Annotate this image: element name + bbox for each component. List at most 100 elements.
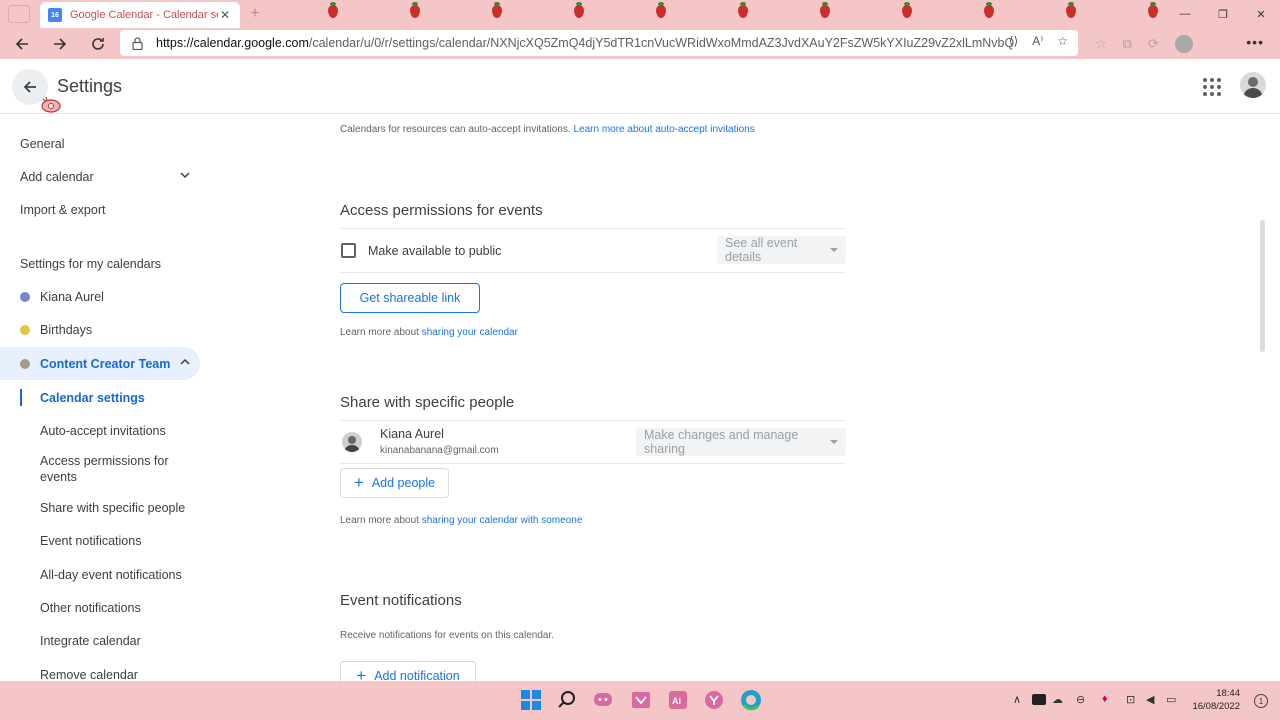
forward-arrow-icon[interactable] xyxy=(44,30,76,58)
tab-actions-icon[interactable] xyxy=(8,5,30,23)
sidebar-subitem-access-permissions[interactable]: Access permissions for events xyxy=(40,453,200,485)
learn-more-text: Learn more about xyxy=(340,327,419,338)
calendar-color-dot xyxy=(20,324,30,335)
sharing-learn-more: Learn more about sharing your calendar xyxy=(340,327,518,338)
sidebar-subitem-other-notifications[interactable]: Other notifications xyxy=(40,600,200,616)
new-tab-icon[interactable]: + xyxy=(246,6,264,24)
sidebar-subitem-remove-calendar[interactable]: Remove calendar xyxy=(40,667,200,681)
onedrive-icon[interactable]: ☁ xyxy=(1052,693,1063,706)
sharing-with-someone-link[interactable]: sharing your calendar with someone xyxy=(422,515,583,526)
sidebar-subitem-integrate-calendar[interactable]: Integrate calendar xyxy=(40,633,200,649)
page-title: Settings xyxy=(57,76,123,96)
sidebar-item-general[interactable]: General xyxy=(0,127,200,160)
sidebar-item-content-creator-team[interactable]: Content Creator Team xyxy=(0,347,200,380)
sidebar-item-add-calendar[interactable]: Add calendar xyxy=(0,160,200,193)
sidebar-subitem-calendar-settings[interactable]: Calendar settings xyxy=(40,390,200,406)
auto-accept-text: Calendars for resources can auto-accept … xyxy=(340,124,571,135)
browser-toolbar: https://calendar.google.com/calendar/u/0… xyxy=(0,28,1280,59)
person-avatar xyxy=(342,432,362,452)
strawberry-theme-decoration xyxy=(320,2,1180,24)
close-tab-icon[interactable]: ✕ xyxy=(218,8,232,22)
sidebar-item-birthdays[interactable]: Birthdays xyxy=(0,313,200,346)
read-aloud-icon[interactable]: A⁾ xyxy=(1032,34,1043,48)
button-label: Add people xyxy=(371,476,436,490)
sidebar-item-label: Import & export xyxy=(20,202,106,217)
scroll-thumb[interactable] xyxy=(1260,220,1265,352)
select-value: Make changes and manage sharing xyxy=(644,428,799,456)
microphone-icon[interactable]: ♦ xyxy=(1102,693,1108,705)
minimize-icon[interactable]: — xyxy=(1166,0,1204,28)
volume-icon[interactable]: ◀ xyxy=(1146,693,1154,706)
event-notifications-description: Receive notifications for events on this… xyxy=(340,630,555,641)
favorite-star-icon[interactable]: ☆ xyxy=(1057,34,1068,48)
clock-date: 16/08/2022 xyxy=(1192,701,1240,712)
nvidia-icon[interactable] xyxy=(1032,694,1046,705)
account-avatar[interactable] xyxy=(1240,72,1266,98)
chat-app-icon[interactable] xyxy=(592,689,614,711)
chevron-up-icon xyxy=(180,358,190,365)
more-options-icon[interactable]: ••• xyxy=(1246,34,1264,50)
sidebar-item-kiana-aurel[interactable]: Kiana Aurel xyxy=(0,280,200,313)
browser-tab-strip: 16 Google Calendar - Calendar setti ✕ + … xyxy=(0,0,1280,28)
public-visibility-select[interactable]: See all event details xyxy=(717,236,846,264)
tab-title: Google Calendar - Calendar setti xyxy=(70,9,218,21)
refresh-icon[interactable] xyxy=(82,30,114,58)
sync-icon[interactable]: ⟳ xyxy=(1148,36,1159,52)
sharing-calendar-link[interactable]: sharing your calendar xyxy=(422,327,518,338)
active-indicator xyxy=(20,389,22,406)
sidebar-item-label: Content Creator Team xyxy=(40,356,171,371)
windows-start-icon[interactable] xyxy=(520,689,542,711)
reading-view-icon[interactable]: ⟨⟩ xyxy=(1009,34,1018,48)
sidebar-item-import-export[interactable]: Import & export xyxy=(0,193,200,226)
battery-icon[interactable]: ▭ xyxy=(1166,693,1176,706)
sidebar-item-label: Birthdays xyxy=(40,322,93,337)
illustrator-app-icon[interactable]: Ai xyxy=(667,689,689,711)
person-email: kinanabanana@gmail.com xyxy=(380,445,499,456)
sidebar-subitem-auto-accept[interactable]: Auto-accept invitations xyxy=(40,423,200,439)
profile-icon[interactable] xyxy=(1174,35,1193,53)
browser-tab[interactable]: 16 Google Calendar - Calendar setti ✕ xyxy=(40,2,240,28)
calendar-color-dot xyxy=(20,358,30,369)
extension-icon[interactable]: ☆ xyxy=(1095,36,1107,52)
event-notifications-title: Event notifications xyxy=(340,592,462,609)
calendar-favicon-icon: 16 xyxy=(48,8,62,22)
learn-more-text: Learn more about xyxy=(340,515,419,526)
notification-center-icon[interactable]: 1 xyxy=(1254,694,1268,708)
sidebar-subitem-event-notifications[interactable]: Event notifications xyxy=(40,533,200,549)
auto-accept-learn-link[interactable]: Learn more about auto-accept invitations xyxy=(573,124,754,135)
strawberry-sticker-icon xyxy=(41,96,61,113)
network-icon[interactable]: ⊡ xyxy=(1126,693,1135,706)
restore-icon[interactable]: ❐ xyxy=(1204,0,1242,28)
divider xyxy=(340,463,846,464)
get-shareable-link-button[interactable]: Get shareable link xyxy=(340,283,480,313)
settings-main: Calendars for resources can auto-accept … xyxy=(212,115,1268,681)
clock-time: 18:44 xyxy=(1216,688,1240,699)
drive-icon[interactable]: ⊖ xyxy=(1076,693,1085,706)
collections-icon[interactable]: ⧉ xyxy=(1123,36,1132,52)
add-notification-button[interactable]: + Add notification xyxy=(340,661,476,681)
make-public-checkbox[interactable] xyxy=(341,243,356,258)
back-arrow-icon[interactable] xyxy=(6,30,38,58)
lock-icon[interactable] xyxy=(130,36,144,50)
design-app-icon[interactable] xyxy=(703,689,725,711)
permission-select[interactable]: Make changes and manage sharing xyxy=(636,428,846,456)
sidebar-subitem-share-people[interactable]: Share with specific people xyxy=(40,500,200,516)
sidebar-item-label: Kiana Aurel xyxy=(40,289,104,304)
sidebar-subitem-all-day-notifications[interactable]: All-day event notifications xyxy=(40,567,200,583)
person-name: Kiana Aurel xyxy=(380,427,444,441)
notes-app-icon[interactable] xyxy=(630,689,652,711)
add-people-button[interactable]: + Add people xyxy=(340,468,449,498)
scrollbar[interactable] xyxy=(1256,115,1268,681)
extension-icons: ☆ ⧉ ⟳ xyxy=(1095,31,1193,57)
system-clock[interactable]: 18:44 16/08/2022 xyxy=(1192,687,1240,713)
search-icon[interactable] xyxy=(556,689,578,711)
my-calendars-heading: Settings for my calendars xyxy=(20,257,162,271)
divider xyxy=(340,272,846,273)
share-learn-more: Learn more about sharing your calendar w… xyxy=(340,515,582,526)
edge-browser-icon[interactable] xyxy=(740,689,762,711)
tray-chevron-up-icon[interactable]: ∧ xyxy=(1013,693,1021,706)
make-public-label: Make available to public xyxy=(368,244,502,258)
close-window-icon[interactable]: ✕ xyxy=(1242,0,1280,28)
address-bar[interactable]: https://calendar.google.com/calendar/u/0… xyxy=(120,30,1078,56)
google-apps-icon[interactable] xyxy=(1203,78,1221,96)
